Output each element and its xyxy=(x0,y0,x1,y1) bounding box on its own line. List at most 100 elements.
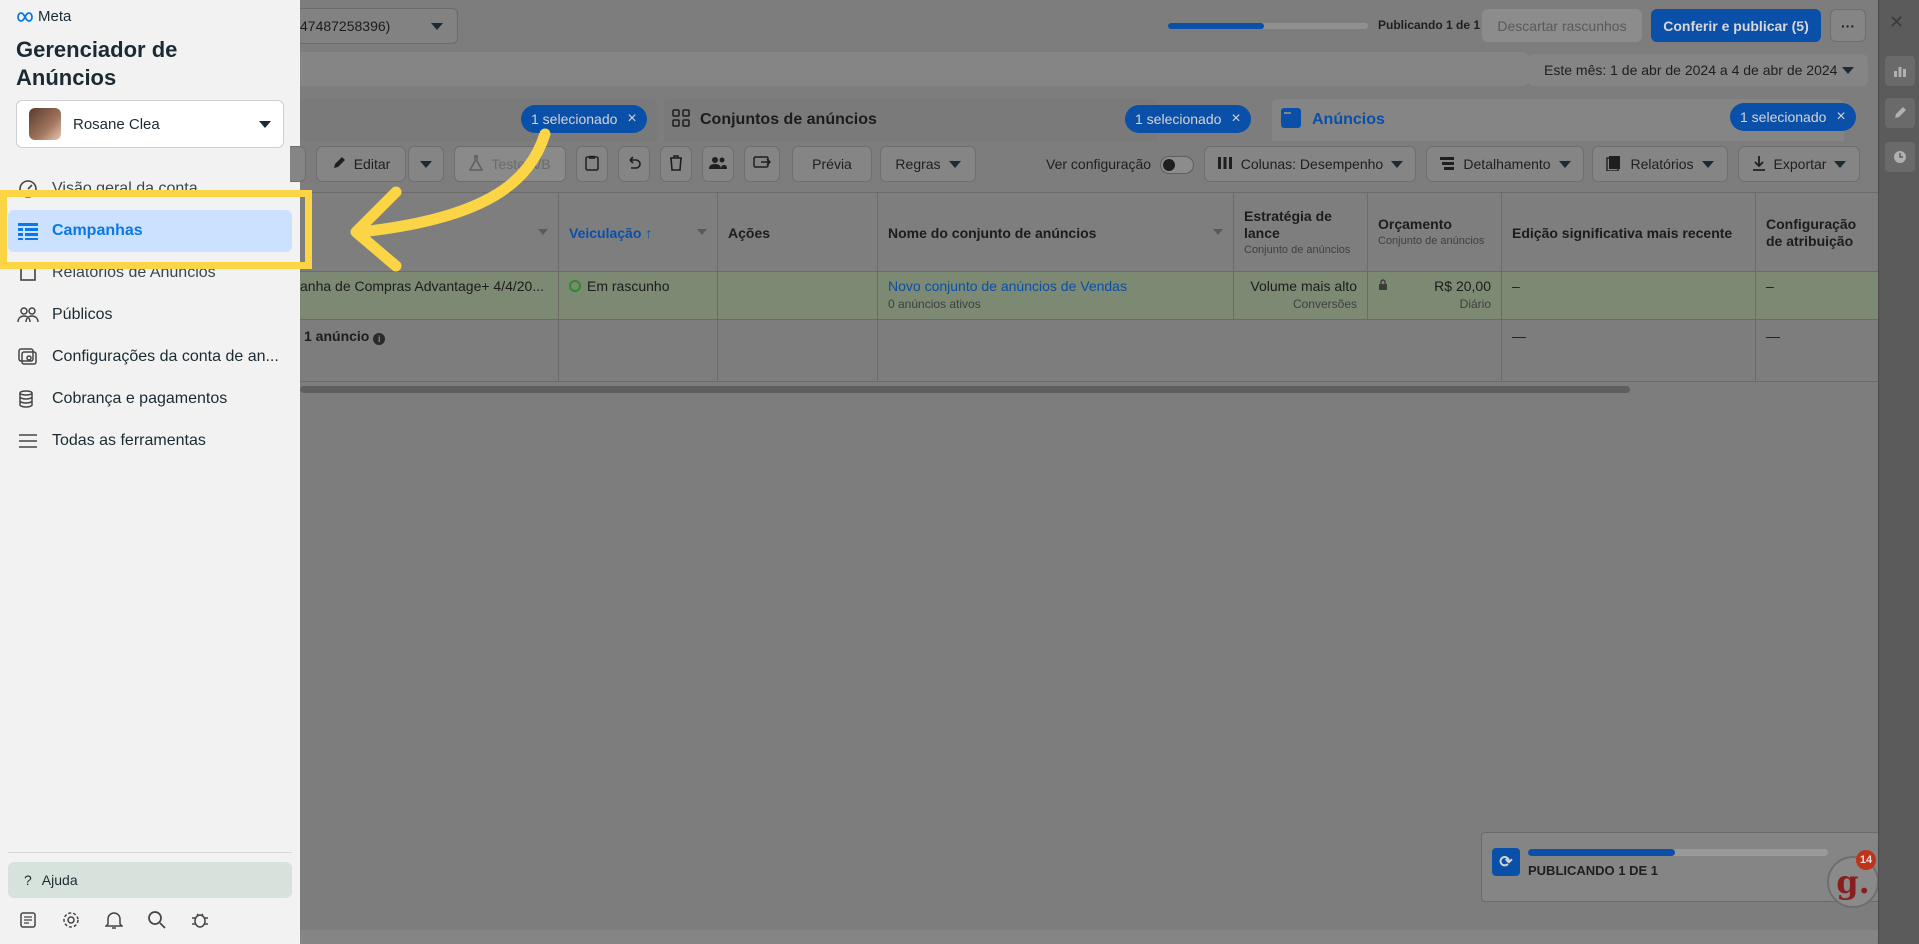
refresh-icon: ⟳ xyxy=(1492,848,1520,876)
sidebar-footer xyxy=(16,908,212,932)
adset-active-count: 0 anúncios ativos xyxy=(888,297,981,311)
tab-ad-sets[interactable]: Conjuntos de anúncios xyxy=(664,99,1158,141)
settings-stack-icon xyxy=(16,345,40,369)
delete-button[interactable] xyxy=(660,146,692,182)
date-range-picker[interactable]: Este mês: 1 de abr de 2024 a 4 de abr de… xyxy=(1528,54,1868,86)
close-icon[interactable]: × xyxy=(1836,108,1845,126)
column-header-attribution[interactable]: Configuração de atribuição xyxy=(1756,193,1878,273)
close-icon[interactable]: × xyxy=(627,110,636,128)
chevron-down-icon xyxy=(1701,160,1714,168)
columns-button[interactable]: Colunas: Desempenho xyxy=(1204,146,1416,182)
sidebar-item-label: Todas as ferramentas xyxy=(52,432,206,449)
last-edit-cell: – xyxy=(1502,272,1756,319)
chevron-down-icon xyxy=(1842,66,1854,74)
undo-icon xyxy=(626,155,642,174)
selection-count: 1 selecionado xyxy=(1740,109,1827,125)
account-name: Rosane Clea xyxy=(73,115,160,133)
sidebar-item-billing[interactable]: Cobrança e pagamentos xyxy=(8,378,292,420)
create-button-edge[interactable] xyxy=(290,146,306,182)
ad-account-dropdown[interactable]: 47487258396) xyxy=(300,8,458,44)
view-config-label: Ver configuração xyxy=(1046,156,1152,172)
toast-text: PUBLICANDO 1 DE 1 xyxy=(1528,863,1659,878)
sidebar-item-label: Configurações da conta de an... xyxy=(52,348,279,365)
bar-chart-icon[interactable] xyxy=(1885,56,1915,86)
attribution-cell: – xyxy=(1766,278,1774,294)
review-publish-button[interactable]: Conferir e publicar (5) xyxy=(1651,9,1821,42)
column-header-label: Configuração de atribuição xyxy=(1766,216,1857,249)
discard-drafts-button[interactable]: Descartar rascunhos xyxy=(1482,9,1642,42)
meta-logo[interactable]: Meta xyxy=(16,8,71,25)
reports-button[interactable]: Relatórios xyxy=(1592,146,1728,182)
column-header-actions[interactable]: Ações xyxy=(718,193,878,273)
trash-icon xyxy=(669,154,683,174)
bug-icon[interactable] xyxy=(188,908,212,932)
summary-attribution: — xyxy=(1766,328,1780,344)
sidebar-item-all-tools[interactable]: Todas as ferramentas xyxy=(8,420,292,462)
close-icon[interactable]: × xyxy=(1231,110,1240,128)
selection-count: 1 selecionado xyxy=(1135,111,1222,127)
gear-icon[interactable] xyxy=(59,908,83,932)
adset-name-link[interactable]: Novo conjunto de anúncios de Vendas xyxy=(888,278,1223,294)
column-header-label: Estratégia de lance xyxy=(1244,207,1332,241)
help-button[interactable]: ? Ajuda xyxy=(8,862,292,898)
search-icon[interactable] xyxy=(145,908,169,932)
app-title: Gerenciador de Anúncios xyxy=(16,37,178,90)
news-icon[interactable] xyxy=(16,908,40,932)
rules-button[interactable]: Regras xyxy=(880,146,976,182)
delivery-cell: Em rascunho xyxy=(559,272,718,319)
column-header-delivery[interactable]: Veiculação ↑ xyxy=(559,193,718,273)
account-selector[interactable]: Rosane Clea xyxy=(16,100,284,148)
selection-pill-ad-sets[interactable]: 1 selecionado × xyxy=(1125,105,1251,133)
preview-button[interactable]: Prévia xyxy=(792,146,872,182)
budget-value: R$ 20,00 xyxy=(1434,278,1491,294)
summary-row: 1 anúncio i — — xyxy=(300,320,1878,382)
publishing-progress-bar xyxy=(1168,23,1368,29)
summary-last-edit: — xyxy=(1502,320,1756,381)
more-options-button[interactable]: ··· xyxy=(1830,9,1866,42)
tab-label: Anúncios xyxy=(1312,111,1385,128)
coins-icon xyxy=(16,387,40,411)
breakdown-button[interactable]: Detalhamento xyxy=(1426,146,1584,182)
chevron-down-icon xyxy=(948,160,961,168)
column-header-label: Edição significativa mais recente xyxy=(1512,224,1733,241)
ad-icon xyxy=(1280,107,1302,134)
share-button[interactable] xyxy=(744,146,780,182)
audience-button[interactable] xyxy=(702,146,734,182)
bell-icon[interactable] xyxy=(102,908,126,932)
column-header-label: Nome do conjunto de anúncios xyxy=(888,224,1097,241)
summary-cell xyxy=(718,320,878,381)
publishing-status: Publicando 1 de 1 xyxy=(1378,18,1481,32)
selection-pill-ads[interactable]: 1 selecionado × xyxy=(1730,103,1856,131)
columns-icon xyxy=(1217,156,1233,173)
summary-label-cell: 1 anúncio i xyxy=(300,320,559,381)
grid-icon xyxy=(672,108,690,132)
bid-strategy-sub: Conversões xyxy=(1292,297,1357,311)
right-rail xyxy=(1878,0,1919,944)
reports-icon xyxy=(1606,155,1622,174)
export-button[interactable]: Exportar xyxy=(1738,146,1860,182)
highlight-frame xyxy=(0,190,312,269)
sidebar: Meta Gerenciador de Anúncios Rosane Clea… xyxy=(0,0,300,944)
column-header-sublabel: Conjunto de anúncios xyxy=(1244,243,1351,256)
column-header-bid-strategy[interactable]: Estratégia de lance Conjunto de anúncios xyxy=(1234,193,1368,273)
adset-name-cell[interactable]: Novo conjunto de anúncios de Vendas 0 an… xyxy=(878,272,1234,319)
clock-icon[interactable] xyxy=(1885,142,1915,172)
duplicate-button[interactable] xyxy=(576,146,608,182)
people-icon xyxy=(16,303,40,327)
ad-account-id: 47487258396) xyxy=(300,18,391,34)
column-header-budget[interactable]: Orçamento Conjunto de anúncios xyxy=(1368,193,1502,273)
horizontal-scrollbar[interactable] xyxy=(300,386,1630,393)
sidebar-item-audiences[interactable]: Públicos xyxy=(8,294,292,336)
sidebar-item-account-settings[interactable]: Configurações da conta de an... xyxy=(8,336,292,378)
close-icon[interactable]: ✕ xyxy=(1889,12,1904,33)
info-icon[interactable]: i xyxy=(373,333,386,345)
bid-strategy-cell: Volume mais alto Conversões xyxy=(1234,272,1368,319)
column-header-adset-name[interactable]: Nome do conjunto de anúncios xyxy=(878,193,1234,273)
sidebar-item-label: Públicos xyxy=(52,306,113,323)
view-config-toggle[interactable] xyxy=(1160,156,1194,174)
undo-button[interactable] xyxy=(618,146,650,182)
rules-label: Regras xyxy=(895,156,941,172)
column-header-last-edit[interactable]: Edição significativa mais recente xyxy=(1502,193,1756,273)
search-filter-bar[interactable] xyxy=(300,52,1530,86)
pencil-icon[interactable] xyxy=(1885,98,1915,128)
